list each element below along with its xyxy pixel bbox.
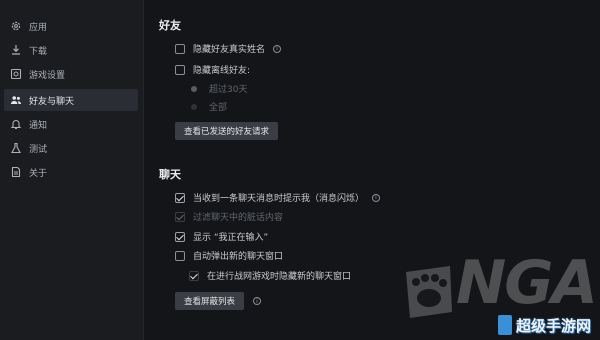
show-typing-checkbox[interactable]: [175, 231, 185, 242]
filter-chat-option: 过滤聊天中的脏话内容: [175, 210, 283, 223]
auto-popup-label: 自动弹出新的聊天窗口: [193, 252, 284, 262]
sidebar-item-apps[interactable]: 应用: [4, 15, 138, 37]
notify-on-message-option[interactable]: 当收到一条聊天消息时提示我（消息闪烁） i: [175, 191, 381, 204]
offline-over-30-label: 超过30天: [209, 85, 248, 95]
nga-watermark-text: NGA: [456, 248, 598, 318]
gamepad-icon: [10, 68, 22, 80]
show-typing-option[interactable]: 显示 “我正在输入”: [175, 230, 268, 243]
offline-all-option[interactable]: 全部: [191, 100, 227, 113]
view-block-list-button[interactable]: 查看屏蔽列表: [175, 292, 245, 310]
info-icon[interactable]: i: [273, 44, 282, 53]
offline-all-radio[interactable]: [191, 103, 197, 110]
hide-offline-checkbox[interactable]: [175, 64, 185, 75]
sidebar-item-label: 游戏设置: [29, 70, 66, 81]
sidebar-item-label: 应用: [29, 22, 48, 33]
auto-popup-checkbox[interactable]: [175, 250, 185, 261]
hide-real-name-option[interactable]: 隐藏好友真实姓名 i: [175, 42, 282, 55]
sidebar-item-label: 通知: [29, 120, 48, 131]
notify-on-message-checkbox[interactable]: [175, 192, 185, 203]
document-icon: [10, 166, 22, 178]
site-logo: 超级手游网: [498, 312, 598, 338]
settings-sidebar: 应用 下载 游戏设置 好友与聊天 通知 测试 关于: [0, 0, 144, 340]
hide-offline-option[interactable]: 隐藏离线好友:: [175, 63, 250, 76]
offline-over-30-option[interactable]: 超过30天: [191, 82, 247, 95]
hide-in-battle-option[interactable]: 在进行战网游戏时隐藏新的聊天窗口: [189, 269, 351, 282]
friends-icon: [10, 94, 22, 106]
view-sent-requests-button[interactable]: 查看已发送的好友请求: [175, 122, 279, 140]
sidebar-item-label: 下载: [29, 46, 48, 57]
sidebar-item-about[interactable]: 关于: [4, 161, 138, 183]
gear-icon: [10, 20, 22, 32]
download-icon: [10, 44, 22, 56]
sidebar-item-notifications[interactable]: 通知: [4, 113, 138, 135]
auto-popup-option[interactable]: 自动弹出新的聊天窗口: [175, 249, 283, 262]
info-icon[interactable]: i: [253, 297, 261, 305]
sidebar-item-test[interactable]: 测试: [4, 137, 138, 159]
sidebar-item-downloads[interactable]: 下载: [4, 39, 138, 61]
sidebar-item-label: 关于: [29, 168, 48, 179]
sidebar-item-label: 好友与聊天: [29, 96, 75, 107]
notify-on-message-label: 当收到一条聊天消息时提示我（消息闪烁）: [193, 194, 365, 204]
filter-chat-label: 过滤聊天中的脏话内容: [193, 213, 284, 223]
info-icon[interactable]: i: [372, 193, 381, 202]
offline-over-30-radio[interactable]: [191, 85, 197, 92]
sidebar-item-friends-chat[interactable]: 好友与聊天: [4, 89, 138, 111]
bell-icon: [10, 118, 22, 130]
hide-in-battle-label: 在进行战网游戏时隐藏新的聊天窗口: [207, 272, 352, 282]
site-logo-icon: [498, 315, 512, 335]
sidebar-item-game-settings[interactable]: 游戏设置: [4, 63, 138, 85]
friends-section-title: 好友: [159, 19, 181, 32]
nga-bear-paw-logo: [406, 266, 452, 318]
view-block-list-label: 查看屏蔽列表: [184, 297, 236, 307]
hide-offline-label: 隐藏离线好友:: [193, 66, 251, 76]
site-logo-text: 超级手游网: [516, 316, 592, 335]
offline-all-label: 全部: [209, 103, 228, 113]
filter-chat-checkbox: [175, 211, 185, 222]
hide-real-name-checkbox[interactable]: [175, 43, 185, 54]
show-typing-label: 显示 “我正在输入”: [193, 233, 269, 243]
chat-section-title: 聊天: [159, 168, 181, 181]
hide-in-battle-checkbox[interactable]: [189, 270, 199, 281]
hide-real-name-label: 隐藏好友真实姓名: [193, 45, 266, 55]
sidebar-item-label: 测试: [29, 144, 48, 155]
flask-icon: [10, 142, 22, 154]
